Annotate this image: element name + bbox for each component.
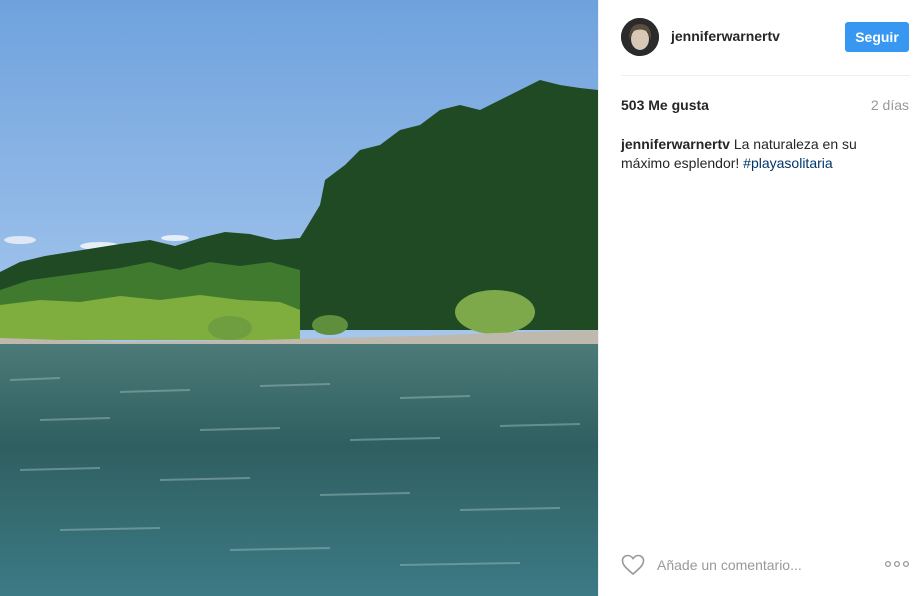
post-photo <box>0 0 598 596</box>
post-details-panel: jenniferwarnertv Seguir 503 Me gusta 2 d… <box>598 0 917 596</box>
hashtag-link[interactable]: #playasolitaria <box>743 155 833 171</box>
username-link[interactable]: jenniferwarnertv <box>671 28 780 44</box>
likes-count[interactable]: 503 Me gusta <box>621 97 709 113</box>
post-timestamp[interactable]: 2 días <box>871 97 909 113</box>
comment-bar <box>621 548 910 584</box>
lake-forest-image <box>0 0 598 596</box>
follow-button[interactable]: Seguir <box>845 22 909 52</box>
post-header: jenniferwarnertv Seguir <box>621 16 910 76</box>
post-caption: jenniferwarnertv La naturaleza en su máx… <box>621 135 883 173</box>
comment-input[interactable] <box>657 554 857 576</box>
caption-username[interactable]: jenniferwarnertv <box>621 136 730 152</box>
heart-outline-icon[interactable] <box>621 554 645 576</box>
more-options-icon[interactable] <box>884 556 910 572</box>
avatar[interactable] <box>621 18 659 56</box>
avatar-image <box>621 18 659 56</box>
